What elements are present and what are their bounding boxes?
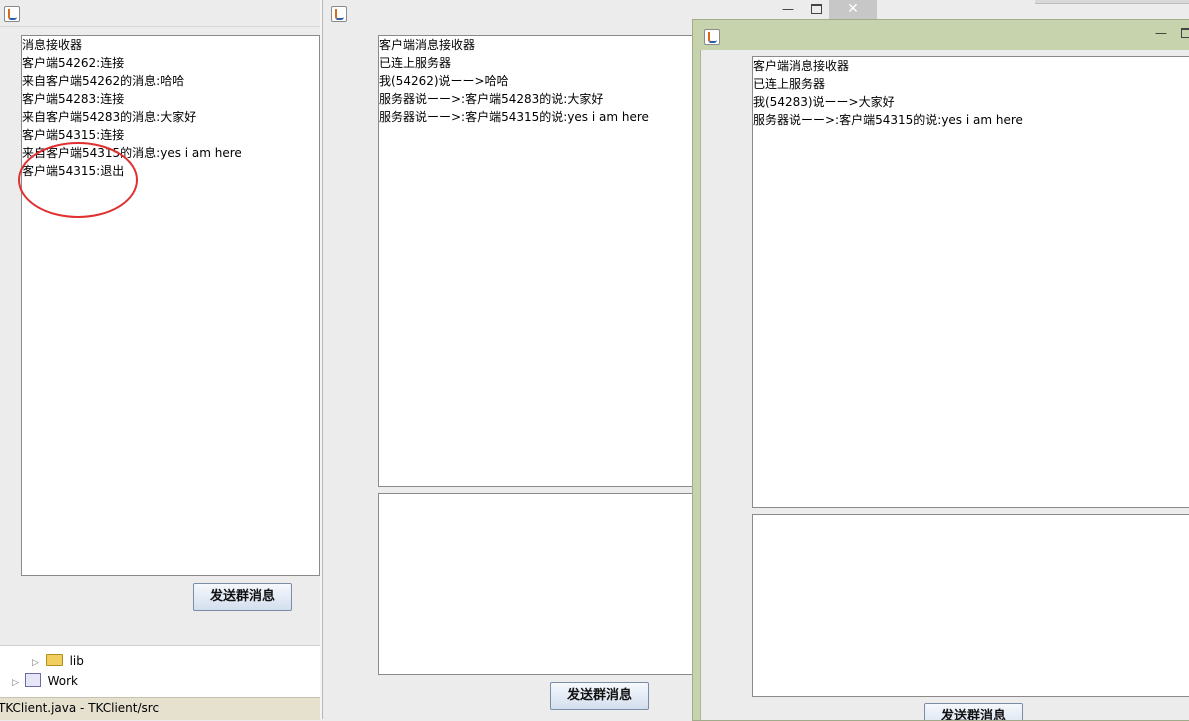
close-button[interactable]: ✕ [829, 0, 877, 19]
client2-titlebar[interactable]: — [693, 20, 1189, 50]
server-titlebar[interactable] [0, 0, 320, 27]
client2-input-area[interactable] [752, 514, 1189, 697]
message-line: 已连上服务器 [753, 75, 1189, 93]
message-line: 服务器说ーー>:客户端54315的说:yes i am here [753, 111, 1189, 129]
tree-item-work[interactable]: ▷ Work [12, 672, 78, 690]
message-line: 消息接收器 [22, 36, 319, 54]
java-icon [4, 6, 20, 22]
tree-item-lib[interactable]: ▷ lib [32, 652, 84, 670]
message-line: 客户端消息接收器 [753, 57, 1189, 75]
expand-arrow-icon[interactable]: ▷ [32, 658, 39, 668]
server-message-area[interactable]: 消息接收器 客户端54262:连接 来自客户端54262的消息:哈哈 客户端54… [21, 35, 320, 576]
status-text: TKClient.java - TKClient/src [0, 701, 159, 715]
maximize-icon [1181, 28, 1189, 38]
client1-send-button[interactable]: 发送群消息 [550, 682, 649, 710]
minimize-button[interactable]: — [1153, 24, 1169, 44]
maximize-icon [811, 4, 822, 14]
message-line: 来自客户端54283的消息:大家好 [22, 108, 319, 126]
message-line: 客户端54262:连接 [22, 54, 319, 72]
status-bar: TKClient.java - TKClient/src [0, 697, 320, 720]
expand-arrow-icon[interactable]: ▷ [12, 678, 19, 688]
maximize-button[interactable] [1179, 24, 1189, 44]
server-send-button[interactable]: 发送群消息 [193, 583, 292, 611]
project-explorer: ▷ lib ▷ Work [0, 645, 320, 698]
maximize-button[interactable] [803, 0, 829, 20]
background-window-edge [1035, 0, 1189, 4]
project-icon [25, 673, 41, 687]
client2-content: 客户端消息接收器 已连上服务器 我(54283)说ーー>大家好 服务器说ーー>:… [700, 50, 1189, 720]
message-line: 来自客户端54262的消息:哈哈 [22, 72, 319, 90]
client2-window: — 客户端消息接收器 已连上服务器 我(54283)说ーー>大家好 服务器说ーー… [692, 19, 1189, 721]
annotation-circle [14, 138, 144, 224]
client2-message-list: 客户端消息接收器 已连上服务器 我(54283)说ーー>大家好 服务器说ーー>:… [753, 57, 1189, 129]
tree-item-label: Work [48, 674, 78, 688]
java-icon [704, 29, 720, 45]
message-line: 我(54283)说ーー>大家好 [753, 93, 1189, 111]
tree-item-label: lib [70, 654, 84, 668]
server-window: 消息接收器 客户端54262:连接 来自客户端54262的消息:哈哈 客户端54… [0, 0, 321, 645]
folder-icon [46, 654, 63, 666]
client2-send-button[interactable]: 发送群消息 [924, 703, 1023, 721]
java-icon [331, 6, 347, 22]
message-line: 客户端54283:连接 [22, 90, 319, 108]
client2-message-area[interactable]: 客户端消息接收器 已连上服务器 我(54283)说ーー>大家好 服务器说ーー>:… [752, 56, 1189, 508]
minimize-button[interactable]: — [775, 0, 801, 20]
